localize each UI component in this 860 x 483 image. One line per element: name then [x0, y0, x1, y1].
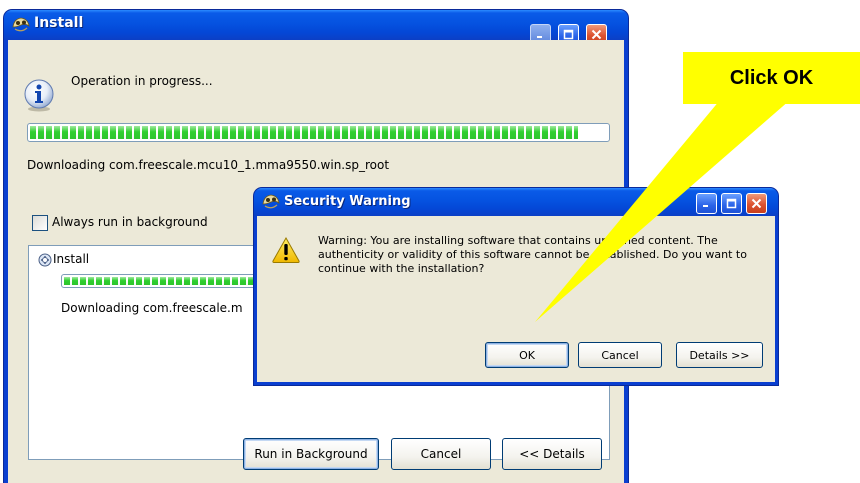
click-ok-callout: Click OK: [683, 52, 860, 104]
